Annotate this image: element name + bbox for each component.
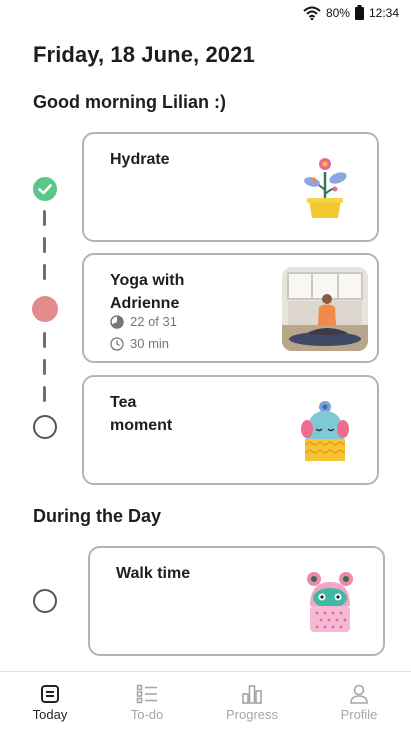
task-title: Tea moment [110, 394, 173, 434]
todo-ring-icon[interactable] [33, 415, 57, 439]
timeline-dash [43, 332, 46, 348]
task-card-tea[interactable]: Tea moment [82, 375, 379, 485]
bottom-navigation: Today To-do Progress Profile [0, 671, 411, 731]
task-title: Walk time [116, 565, 191, 582]
section-title-day: During the Day [33, 506, 162, 526]
tab-label: To-do [130, 707, 164, 722]
task-card-yoga[interactable]: Yoga with Adrienne 22 of 31 30 min [82, 253, 379, 363]
done-check-icon[interactable] [33, 177, 57, 201]
tab-progress[interactable]: Progress [202, 672, 302, 732]
timeline-dash [43, 210, 46, 226]
battery-percentage: 80% [325, 5, 350, 20]
tab-label: Progress [225, 707, 279, 722]
wifi-icon [303, 6, 321, 20]
duration-text: 30 min [130, 336, 170, 351]
list-icon [136, 684, 157, 704]
clock-icon [110, 336, 124, 351]
timeline-dash [43, 237, 46, 253]
status-bar: 80% 12:34 [0, 0, 411, 28]
timeline-dash [43, 359, 46, 375]
duration-meta: 30 min [110, 336, 169, 351]
task-card-walk[interactable]: Walk time [88, 546, 385, 656]
page-title: Friday, 18 June, 2021 [33, 42, 255, 67]
task-title: Yoga with Adrienne [110, 272, 185, 312]
progress-pie-icon [110, 314, 124, 329]
timeline-dash [43, 386, 46, 402]
progress-meta: 22 of 31 [110, 314, 177, 329]
tab-today[interactable]: Today [0, 672, 100, 732]
clock: 12:34 [368, 5, 399, 20]
task-card-hydrate[interactable]: Hydrate [82, 132, 379, 242]
tab-label: Profile [340, 707, 378, 722]
tab-todo[interactable]: To-do [97, 672, 197, 732]
flower-pot-illustration [304, 158, 347, 218]
bar-chart-icon [242, 685, 262, 704]
tab-label: Today [32, 707, 68, 722]
battery-icon [354, 5, 364, 20]
today-icon [41, 685, 59, 703]
greeting: Good morning Lilian :) [33, 92, 226, 112]
tab-profile[interactable]: Profile [309, 672, 409, 732]
person-icon [350, 684, 368, 704]
task-title: Hydrate [110, 151, 170, 168]
tea-cozy-illustration [301, 401, 349, 461]
progress-text: 22 of 31 [130, 314, 177, 329]
yoga-photo [282, 267, 368, 351]
in-progress-indicator[interactable] [32, 296, 58, 322]
creature-illustration [307, 572, 353, 632]
timeline-dash [43, 264, 46, 280]
todo-ring-icon[interactable] [33, 589, 57, 613]
